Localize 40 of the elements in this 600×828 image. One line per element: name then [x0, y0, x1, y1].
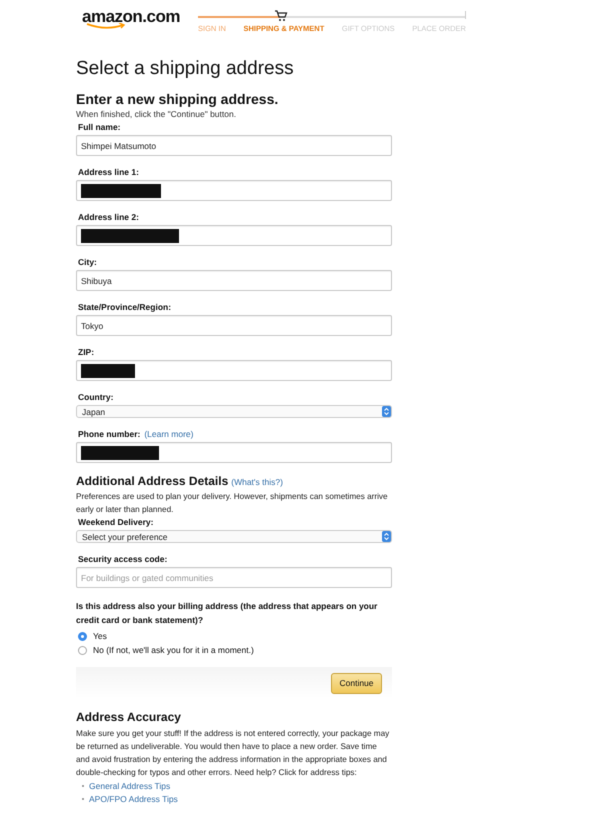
field-label: Security access code:	[78, 554, 168, 565]
text-field[interactable]: Shibuya	[76, 270, 392, 291]
dropdown[interactable]: Select your preference	[76, 530, 392, 543]
field-label: Weekend Delivery:	[78, 517, 154, 528]
accuracy-text: Make sure you get your stuff! If the address is not entered correctly, your package may be returned as undeliverable. You would then have to place a new order. Save time and avoid frustration by entering the address information in the appropriate boxes and double-checking for typos and other errors. Need help? Click for address tips:	[76, 728, 390, 779]
field-label: Country:	[78, 392, 114, 403]
instruction-text: When finished, click the "Continue" button.	[76, 109, 238, 120]
whats-this-link[interactable]: (What's this?)	[231, 477, 283, 487]
dropdown-arrow-icon	[382, 531, 391, 542]
text-field[interactable]	[76, 225, 392, 246]
text-field[interactable]	[76, 442, 392, 463]
tips-link[interactable]: General Address Tips	[89, 780, 170, 790]
section-heading: Additional Address Details	[76, 474, 228, 488]
radio-button[interactable]	[78, 632, 87, 640]
page-title: Select a shipping address	[76, 58, 295, 80]
radio-label: Yes	[93, 631, 107, 641]
billing-question: Is this address also your billing address (the address that appears on your credit card or bank statement)?	[76, 600, 378, 627]
continue-button[interactable]: Continue	[331, 672, 382, 694]
form-heading: Enter a new shipping address.	[76, 91, 280, 108]
field-label: Phone number:	[78, 429, 140, 440]
field-label: City:	[78, 257, 98, 268]
field-label: State/Province/Region:	[78, 302, 172, 313]
text-field[interactable]: Shimpei Matsumoto	[76, 135, 392, 156]
learn-more-link[interactable]: (Learn more)	[144, 429, 194, 439]
amazon-logo[interactable]: amazon.com	[82, 8, 180, 32]
section-heading: Address Accuracy	[76, 709, 182, 725]
field-label: ZIP:	[78, 347, 96, 358]
tips-link[interactable]: APO/FPO Address Tips	[89, 794, 178, 804]
field-label: Address line 2:	[78, 212, 140, 223]
text-field[interactable]	[76, 180, 392, 201]
field-label: Full name:	[78, 122, 122, 133]
text-field[interactable]: Tokyo	[76, 315, 392, 336]
radio-button[interactable]	[78, 646, 87, 654]
dropdown-arrow-icon	[382, 406, 391, 417]
description-text: Preferences are used to plan your delivery. However, shipments can sometimes arrive early or later than planned.	[76, 491, 389, 516]
text-field[interactable]	[76, 360, 392, 381]
field-label: Address line 1:	[78, 167, 140, 178]
dropdown[interactable]: Japan	[76, 405, 392, 418]
cart-icon	[274, 10, 288, 22]
radio-label: No (If not, we'll ask you for it in a moment.)	[93, 645, 254, 655]
